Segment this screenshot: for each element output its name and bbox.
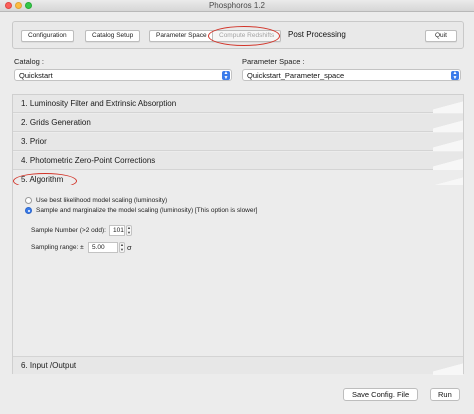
catalog-select-value: Quickstart — [19, 71, 53, 80]
parameter-space-select-value: Quickstart_Parameter_space — [247, 71, 345, 80]
section-label: 5. Algorithm — [21, 175, 64, 184]
sigma-symbol: σ — [127, 243, 132, 252]
configuration-button[interactable]: Configuration — [21, 30, 74, 42]
quit-button[interactable]: Quit — [425, 30, 457, 42]
post-processing-button[interactable]: Post Processing — [281, 29, 353, 41]
section-photometric-zero-point[interactable]: 4. Photometric Zero-Point Corrections — [13, 152, 463, 170]
save-config-button[interactable]: Save Config. File — [343, 388, 419, 401]
sample-marginalize-label: Sample and marginalize the model scaling… — [36, 207, 258, 214]
sampling-range-input[interactable]: 5.00 — [88, 242, 118, 253]
title-bar: Phosphoros 1.2 — [0, 0, 474, 12]
parameter-space-button[interactable]: Parameter Space — [149, 30, 214, 42]
catalog-label: Catalog : — [14, 57, 45, 66]
section-tab-corner — [433, 95, 463, 113]
phosphoros-window: Phosphoros 1.2 Configuration Catalog Set… — [0, 0, 474, 414]
section-tab-corner — [433, 114, 463, 132]
section-tab-corner — [433, 152, 463, 170]
compute-redshifts-button[interactable]: Compute Redshifts — [212, 30, 282, 42]
parameter-space-select[interactable]: Quickstart_Parameter_space ▲ ▼ — [242, 69, 461, 81]
parameter-space-label: Parameter Space : — [242, 57, 305, 66]
run-button[interactable]: Run — [430, 388, 460, 401]
sample-marginalize-option[interactable]: Sample and marginalize the model scaling… — [25, 207, 257, 214]
select-arrows-icon: ▲ ▼ — [451, 70, 459, 81]
catalog-select[interactable]: Quickstart ▲ ▼ — [14, 69, 232, 81]
catalog-setup-button[interactable]: Catalog Setup — [85, 30, 141, 42]
section-grids-generation[interactable]: 2. Grids Generation — [13, 114, 463, 132]
section-label: 4. Photometric Zero-Point Corrections — [21, 156, 156, 165]
select-arrows-icon: ▲ ▼ — [222, 70, 230, 81]
section-label: 6. Input /Output — [21, 361, 77, 370]
section-label: 3. Prior — [21, 137, 47, 146]
sample-number-label: Sample Number (>2 odd): — [31, 227, 106, 234]
sample-number-input[interactable]: 101 — [109, 225, 125, 236]
configuration-accordion: 1. Luminosity Filter and Extrinsic Absor… — [12, 94, 464, 375]
best-likelihood-label: Use best likelihood model scaling (lumin… — [36, 197, 168, 204]
section-luminosity-filter[interactable]: 1. Luminosity Filter and Extrinsic Absor… — [13, 95, 463, 113]
sampling-range-label: Sampling range: ± — [31, 244, 84, 251]
section-prior[interactable]: 3. Prior — [13, 133, 463, 151]
section-label: 2. Grids Generation — [21, 118, 91, 127]
section-tab-corner — [433, 133, 463, 151]
section-tab-corner — [433, 357, 463, 375]
best-likelihood-option[interactable]: Use best likelihood model scaling (lumin… — [25, 197, 167, 204]
window-title: Phosphoros 1.2 — [208, 1, 266, 10]
algorithm-panel: Use best likelihood model scaling (lumin… — [13, 185, 463, 355]
stepper-arrows-icon[interactable]: ▲ ▼ — [126, 225, 132, 236]
radio-checked[interactable] — [25, 207, 32, 214]
main-toolbar: Configuration Catalog Setup Parameter Sp… — [12, 21, 464, 49]
radio-unchecked[interactable] — [25, 197, 32, 204]
section-input-output[interactable]: 6. Input /Output — [13, 356, 463, 375]
stepper-arrows-icon[interactable]: ▲ ▼ — [119, 242, 125, 253]
section-label: 1. Luminosity Filter and Extrinsic Absor… — [21, 99, 177, 108]
